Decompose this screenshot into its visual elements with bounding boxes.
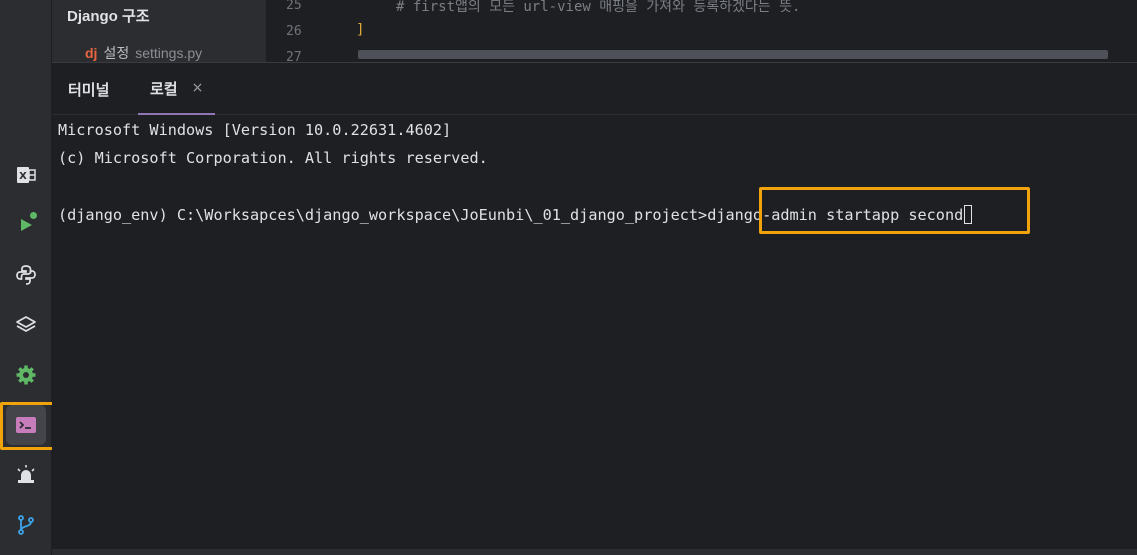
project-item-settings[interactable]: dj 설정 settings.py xyxy=(85,43,202,63)
line-gutter: 25 26 27 xyxy=(268,0,336,62)
run-icon[interactable] xyxy=(6,205,46,245)
line-number: 25 xyxy=(286,0,302,13)
terminal-icon[interactable] xyxy=(6,405,46,445)
python-icon[interactable] xyxy=(6,255,46,295)
code-bracket: ] xyxy=(356,22,365,38)
terminal-prompt: (django_env) C:\Worksapces\django_worksp… xyxy=(58,206,708,224)
tab-terminal[interactable]: 터미널 xyxy=(68,63,109,115)
settings-gear-icon[interactable] xyxy=(6,355,46,395)
layers-icon[interactable] xyxy=(6,305,46,345)
code-comment: # first앱의 모든 url-view 매핑을 가져와 등록하겠다는 뜻. xyxy=(396,0,801,15)
terminal-panel: 터미널 로컬 × Microsoft Windows [Version 10.0… xyxy=(52,62,1137,555)
tab-label: 로컬 xyxy=(150,79,178,98)
git-branch-icon[interactable] xyxy=(6,505,46,545)
terminal-line: (c) Microsoft Corporation. All rights re… xyxy=(58,149,488,167)
project-tree: Django 구조 dj 설정 settings.py xyxy=(52,0,267,62)
project-item-label: 설정 xyxy=(103,45,130,61)
terminal-command-input[interactable]: django-admin startapp second xyxy=(707,206,963,224)
excel-icon[interactable]: X xyxy=(6,155,46,195)
close-icon[interactable]: × xyxy=(192,80,204,96)
activity-bar: X xyxy=(0,0,52,555)
tab-local[interactable]: 로컬 × xyxy=(138,63,216,115)
tab-label: 터미널 xyxy=(68,80,110,99)
line-number: 26 xyxy=(286,24,302,39)
svg-text:X: X xyxy=(19,171,27,182)
terminal-tab-bar: 터미널 로컬 × xyxy=(52,63,1137,115)
terminal-cursor xyxy=(964,205,973,224)
project-item-file: settings.py xyxy=(135,45,203,61)
terminal-prompt-line: (django_env) C:\Worksapces\django_worksp… xyxy=(58,205,973,224)
project-title[interactable]: Django 구조 xyxy=(67,5,150,26)
run-status-dot xyxy=(30,212,37,219)
line-number: 27 xyxy=(286,50,302,62)
django-icon: dj xyxy=(85,45,98,61)
status-bar xyxy=(52,549,1137,555)
problems-alarm-icon[interactable] xyxy=(6,455,46,495)
terminal-output[interactable]: Microsoft Windows [Version 10.0.22631.46… xyxy=(52,115,1137,545)
code-editor[interactable]: 25 26 27 # first앱의 모든 url-view 매핑을 가져와 등… xyxy=(268,0,1137,62)
terminal-line: Microsoft Windows [Version 10.0.22631.46… xyxy=(58,121,452,139)
horizontal-scrollbar[interactable] xyxy=(358,50,1108,59)
